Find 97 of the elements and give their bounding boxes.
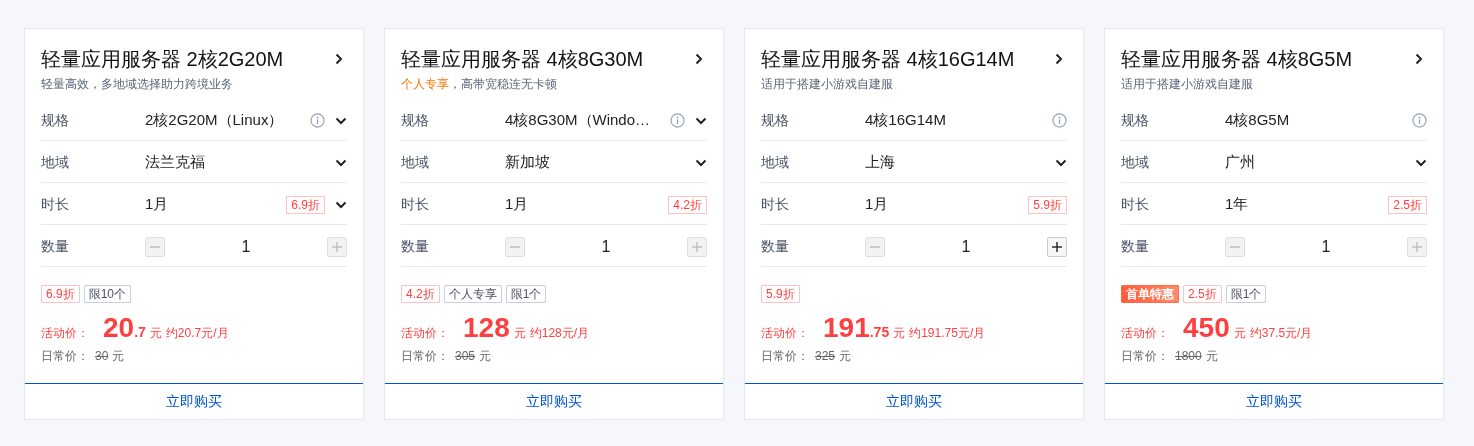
chevron-right-icon[interactable] — [1055, 53, 1063, 65]
tag: 限1个 — [505, 285, 547, 303]
row-label: 规格 — [401, 111, 430, 130]
row-label: 地域 — [401, 153, 430, 172]
plus-icon — [1412, 241, 1422, 252]
row-value: 1年 — [1225, 194, 1250, 215]
price-unit: 元 — [513, 325, 526, 342]
card-title: 轻量应用服务器 4核8G30M — [401, 47, 644, 72]
plus-icon — [1052, 241, 1062, 252]
card-subtitle: 适用于搭建小游戏自建服 — [761, 76, 894, 93]
row-label: 地域 — [41, 153, 70, 172]
regular-price-unit: 元 — [839, 348, 852, 365]
row-label: 时长 — [401, 195, 430, 214]
price-value: 128 — [463, 311, 510, 345]
plus-icon — [692, 241, 702, 252]
regular-price: 1800 — [1175, 348, 1202, 365]
row-label: 规格 — [1121, 111, 1150, 130]
row-label: 数量 — [1121, 237, 1150, 256]
quantity-value: 1 — [601, 236, 611, 257]
row-label: 时长 — [761, 195, 790, 214]
regular-price-unit: 元 — [112, 348, 125, 365]
row-value: 4核8G30M（Windo… — [505, 110, 652, 131]
tag: 首单特惠 — [1121, 285, 1179, 303]
price-value: 191.75 — [823, 311, 890, 345]
row-label: 数量 — [761, 237, 790, 256]
price-unit: 元 — [149, 325, 162, 342]
tag: 个人专享 — [443, 285, 502, 303]
row-value: 法兰克福 — [145, 152, 206, 173]
chevron-right-icon[interactable] — [695, 53, 703, 65]
tag: 5.9折 — [761, 285, 800, 303]
regular-price: 325 — [815, 348, 836, 365]
chevron-right-icon[interactable] — [335, 53, 343, 65]
plus-button[interactable] — [1047, 236, 1067, 257]
dropdown-icon[interactable] — [335, 200, 347, 209]
row-value: 1月 — [865, 194, 890, 215]
price-label: 活动价： — [761, 325, 809, 342]
row-value: 4核8G5M — [1225, 110, 1291, 131]
regular-price-label: 日常价： — [41, 348, 89, 365]
dropdown-icon[interactable] — [1055, 158, 1067, 167]
row-value: 4核16G14M — [865, 110, 947, 131]
row-label: 数量 — [401, 237, 430, 256]
dropdown-icon[interactable] — [695, 158, 707, 167]
tag: 2.5折 — [1183, 285, 1222, 303]
dropdown-icon[interactable] — [1415, 158, 1427, 167]
tag: 限10个 — [83, 285, 132, 303]
row-label: 时长 — [41, 195, 70, 214]
row-label: 数量 — [41, 237, 70, 256]
regular-price-unit: 元 — [1205, 348, 1218, 365]
discount-tag: 2.5折 — [1388, 195, 1427, 214]
regular-price-label: 日常价： — [401, 348, 449, 365]
monthly-price: 约20.7元/月 — [165, 325, 229, 342]
regular-price-label: 日常价： — [761, 348, 809, 365]
discount-tag: 4.2折 — [668, 195, 707, 214]
card-subtitle: 轻量高效，多地域选择助力跨境业务 — [41, 76, 234, 93]
card-title: 轻量应用服务器 2核2G20M — [41, 47, 284, 72]
row-value: 1月 — [505, 194, 530, 215]
row-value: 2核2G20M（Linux） — [145, 110, 285, 131]
quantity-value: 1 — [1321, 236, 1331, 257]
quantity-value: 1 — [961, 236, 971, 257]
plus-icon — [332, 241, 342, 252]
price-unit: 元 — [893, 325, 906, 342]
monthly-price: 约37.5元/月 — [1249, 325, 1313, 342]
dropdown-icon[interactable] — [335, 116, 347, 125]
price-value: 20.7 — [103, 311, 146, 345]
row-value: 上海 — [865, 152, 896, 173]
card-title: 轻量应用服务器 4核8G5M — [1121, 47, 1353, 72]
dropdown-icon[interactable] — [335, 158, 347, 167]
tag: 限1个 — [1225, 285, 1267, 303]
row-value: 广州 — [1225, 152, 1256, 173]
price-label: 活动价： — [1121, 325, 1169, 342]
price-unit: 元 — [1233, 325, 1246, 342]
regular-price: 305 — [455, 348, 476, 365]
quantity-value: 1 — [241, 236, 251, 257]
card-subtitle: 个人专享，高带宽稳连无卡顿 — [401, 76, 558, 93]
price-label: 活动价： — [401, 325, 449, 342]
monthly-price: 约128元/月 — [529, 325, 590, 342]
price-value: 450 — [1183, 311, 1230, 345]
card-title: 轻量应用服务器 4核16G14M — [761, 47, 1015, 72]
regular-price-unit: 元 — [479, 348, 492, 365]
row-label: 地域 — [1121, 153, 1150, 172]
row-value: 1月 — [145, 194, 170, 215]
row-label: 时长 — [1121, 195, 1150, 214]
tag: 4.2折 — [401, 285, 440, 303]
regular-price-label: 日常价： — [1121, 348, 1169, 365]
card-subtitle: 适用于搭建小游戏自建服 — [1121, 76, 1254, 93]
tag: 6.9折 — [41, 285, 80, 303]
monthly-price: 约191.75元/月 — [909, 325, 986, 342]
discount-tag: 5.9折 — [1028, 195, 1067, 214]
dropdown-icon[interactable] — [695, 116, 707, 125]
row-label: 地域 — [761, 153, 790, 172]
chevron-right-icon[interactable] — [1415, 53, 1423, 65]
regular-price: 30 — [95, 348, 109, 365]
row-value: 新加坡 — [505, 152, 551, 173]
discount-tag: 6.9折 — [286, 195, 325, 214]
price-label: 活动价： — [41, 325, 89, 342]
row-label: 规格 — [41, 111, 70, 130]
row-label: 规格 — [761, 111, 790, 130]
